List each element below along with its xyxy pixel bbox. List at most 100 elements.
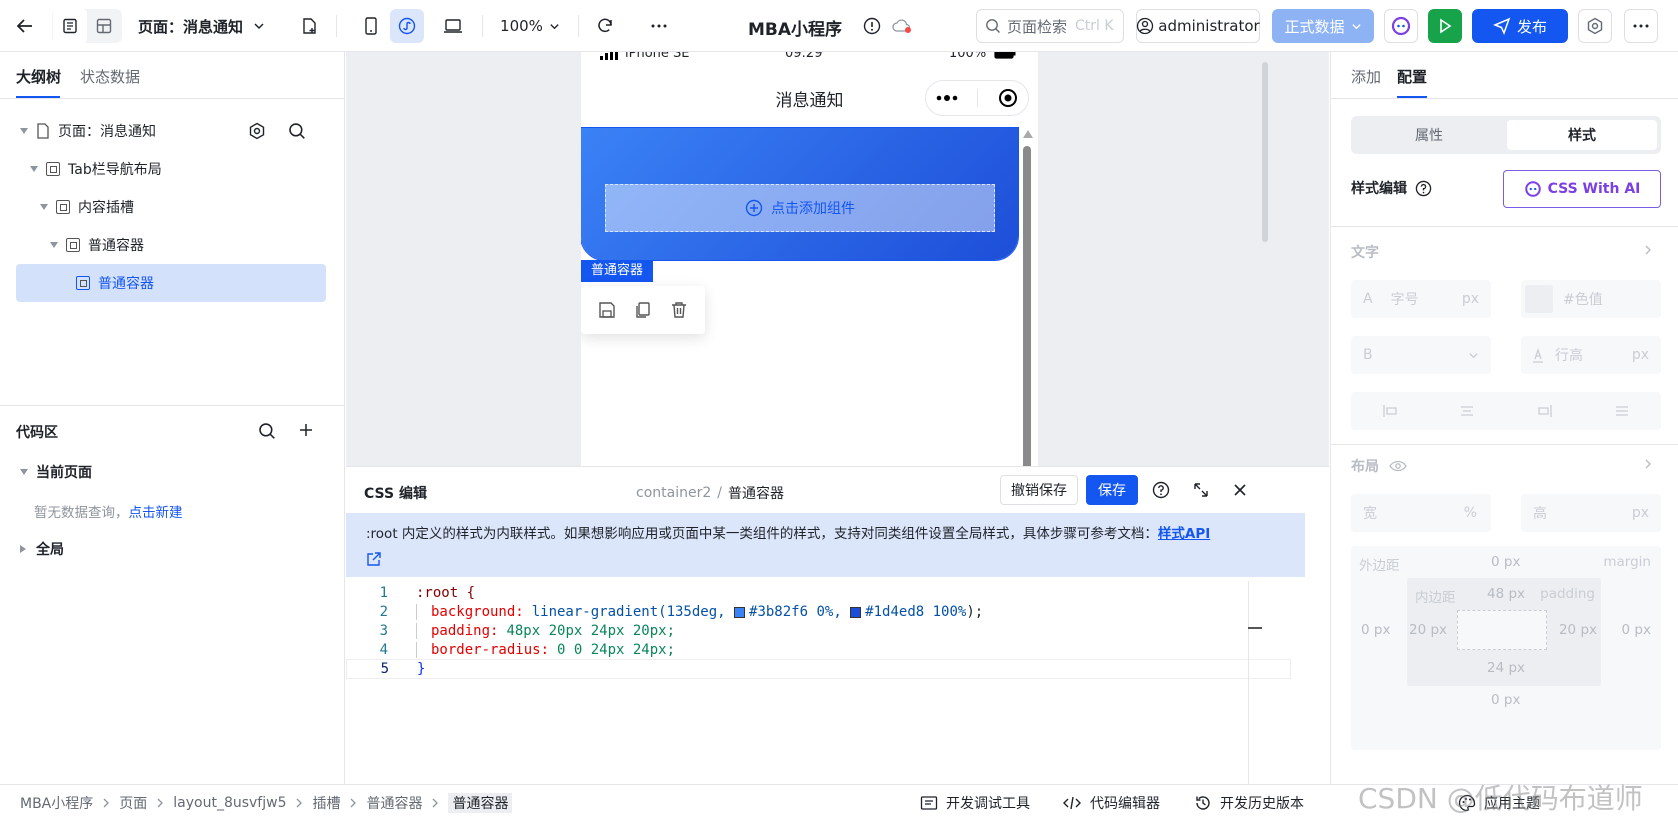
width-label: 宽 <box>1363 506 1377 522</box>
margin-top-value[interactable]: 0 px <box>1491 554 1520 570</box>
line-height-input[interactable]: 行高 px <box>1521 336 1661 374</box>
margin-right-value[interactable]: 0 px <box>1622 622 1651 638</box>
margin-en-label: margin <box>1603 554 1651 570</box>
scroll-up-arrow-icon[interactable] <box>1023 130 1033 138</box>
run-preview-icon[interactable] <box>1428 9 1462 43</box>
ai-assistant-icon[interactable] <box>1384 9 1418 43</box>
mobile-device-icon[interactable] <box>354 9 388 43</box>
canvas-scrollbar[interactable] <box>1262 62 1268 242</box>
breadcrumb-item-current[interactable]: 普通容器 <box>448 793 513 813</box>
external-link-icon[interactable] <box>366 551 382 567</box>
save-icon[interactable] <box>598 301 616 319</box>
tab-config[interactable]: 配置 <box>1397 66 1427 87</box>
delete-icon[interactable] <box>670 301 688 319</box>
miniprogram-device-icon[interactable] <box>390 9 424 43</box>
undo-save-button[interactable]: 撤销保存 <box>1000 475 1078 505</box>
copy-icon[interactable] <box>634 301 652 319</box>
env-data-selector[interactable]: 正式数据 <box>1272 9 1374 43</box>
add-component-placeholder[interactable]: 点击添加组件 <box>605 184 995 232</box>
breadcrumb-item[interactable]: 普通容器 <box>366 793 422 813</box>
color-swatch[interactable] <box>1525 285 1553 313</box>
style-api-link[interactable]: 样式API <box>1158 526 1210 542</box>
segment-attributes[interactable]: 属性 <box>1355 120 1503 150</box>
eye-icon[interactable] <box>1389 460 1407 472</box>
tab-add[interactable]: 添加 <box>1351 66 1381 87</box>
more-icon[interactable] <box>642 9 676 43</box>
padding-top-value[interactable]: 48 px <box>1487 586 1525 602</box>
tree-node-container[interactable]: 普通容器 <box>16 226 326 264</box>
align-right-icon[interactable] <box>1537 404 1553 418</box>
color-swatch[interactable] <box>734 606 746 618</box>
padding-left-value[interactable]: 20 px <box>1409 622 1447 638</box>
help-circle-icon[interactable] <box>1415 180 1432 197</box>
path-id: container2 <box>636 485 712 501</box>
tab-outline-tree[interactable]: 大纲树 <box>16 66 61 87</box>
save-button[interactable]: 保存 <box>1086 475 1138 505</box>
close-icon[interactable] <box>1232 482 1248 498</box>
current-page-group[interactable]: 当前页面 <box>20 462 92 482</box>
align-left-icon[interactable] <box>1382 404 1398 418</box>
global-group[interactable]: 全局 <box>20 539 64 559</box>
page-search-input[interactable]: 页面检索 Ctrl K <box>976 9 1124 43</box>
search-icon[interactable] <box>288 122 306 140</box>
add-page-icon[interactable] <box>292 9 326 43</box>
code-editor[interactable]: 1 :root { 2 background: linear-gradient(… <box>346 579 1291 785</box>
tree-node-tab-layout[interactable]: Tab栏导航布局 <box>16 150 326 188</box>
page-view-icon[interactable] <box>53 9 87 43</box>
page-selector[interactable]: 页面：消息通知 <box>138 9 273 43</box>
watermark: CSDN @低代码布道师 <box>1358 782 1643 815</box>
breadcrumb-item[interactable]: layout_8usvfjw5 <box>173 795 286 811</box>
expand-icon[interactable] <box>1192 481 1210 499</box>
tree-node-container-selected[interactable]: 普通容器 <box>16 264 326 302</box>
gradient-container[interactable]: 点击添加组件 <box>581 127 1019 261</box>
font-size-input[interactable]: A 字号 px <box>1351 280 1491 318</box>
layout-view-icon[interactable] <box>87 9 121 43</box>
capsule-button[interactable] <box>925 80 1029 116</box>
chevron-right-icon[interactable] <box>1643 458 1653 470</box>
user-menu[interactable]: administrator <box>1136 9 1260 43</box>
margin-bottom-value[interactable]: 0 px <box>1491 692 1520 708</box>
more-menu-icon[interactable] <box>1624 9 1658 43</box>
search-icon[interactable] <box>258 422 276 440</box>
tab-state-data[interactable]: 状态数据 <box>80 66 140 87</box>
capsule-close-icon[interactable] <box>998 88 1018 108</box>
css-with-ai-button[interactable]: CSS With AI <box>1503 170 1661 208</box>
zoom-selector[interactable]: 100% <box>498 9 562 43</box>
settings-hexagon-icon[interactable] <box>1578 9 1612 43</box>
tree-node-page[interactable]: 页面：消息通知 <box>16 112 326 150</box>
code-editor-button[interactable]: 代码编辑器 <box>1062 793 1160 813</box>
refresh-icon[interactable] <box>588 9 622 43</box>
phone-scrollbar[interactable] <box>1022 130 1033 466</box>
back-arrow-icon[interactable] <box>8 9 42 43</box>
segment-styles[interactable]: 样式 <box>1507 120 1657 150</box>
ai-button-label: CSS With AI <box>1547 181 1641 197</box>
width-input[interactable]: 宽 % <box>1351 494 1491 532</box>
font-weight-select[interactable]: B <box>1351 336 1491 374</box>
capsule-more-icon[interactable] <box>936 95 958 101</box>
publish-button[interactable]: 发布 <box>1472 9 1568 43</box>
desktop-device-icon[interactable] <box>436 9 470 43</box>
breadcrumb-item[interactable]: 页面 <box>119 793 147 813</box>
padding-bottom-value[interactable]: 24 px <box>1487 660 1525 676</box>
cloud-sync-icon[interactable] <box>888 9 916 43</box>
color-input[interactable]: #色值 <box>1521 280 1661 318</box>
settings-hexagon-icon[interactable] <box>248 122 266 140</box>
align-justify-icon[interactable] <box>1614 404 1630 418</box>
dev-tools-button[interactable]: 开发调试工具 <box>920 793 1030 813</box>
help-circle-icon[interactable] <box>1152 481 1170 499</box>
tree-node-content-slot[interactable]: 内容插槽 <box>16 188 326 226</box>
scrollbar-thumb[interactable] <box>1023 146 1031 466</box>
breadcrumb-item[interactable]: MBA小程序 <box>20 793 93 813</box>
padding-right-value[interactable]: 20 px <box>1559 622 1597 638</box>
info-circle-icon[interactable] <box>860 9 884 43</box>
height-input[interactable]: 高 px <box>1521 494 1661 532</box>
history-button[interactable]: 开发历史版本 <box>1194 793 1304 813</box>
create-query-link[interactable]: 点击新建 <box>129 505 183 521</box>
align-center-icon[interactable] <box>1459 404 1475 418</box>
chevron-right-icon[interactable] <box>1643 244 1653 256</box>
color-swatch[interactable] <box>850 606 862 618</box>
add-icon[interactable] <box>298 422 314 438</box>
margin-left-value[interactable]: 0 px <box>1361 622 1390 638</box>
line-number: 4 <box>379 642 388 658</box>
breadcrumb-item[interactable]: 插槽 <box>312 793 340 813</box>
